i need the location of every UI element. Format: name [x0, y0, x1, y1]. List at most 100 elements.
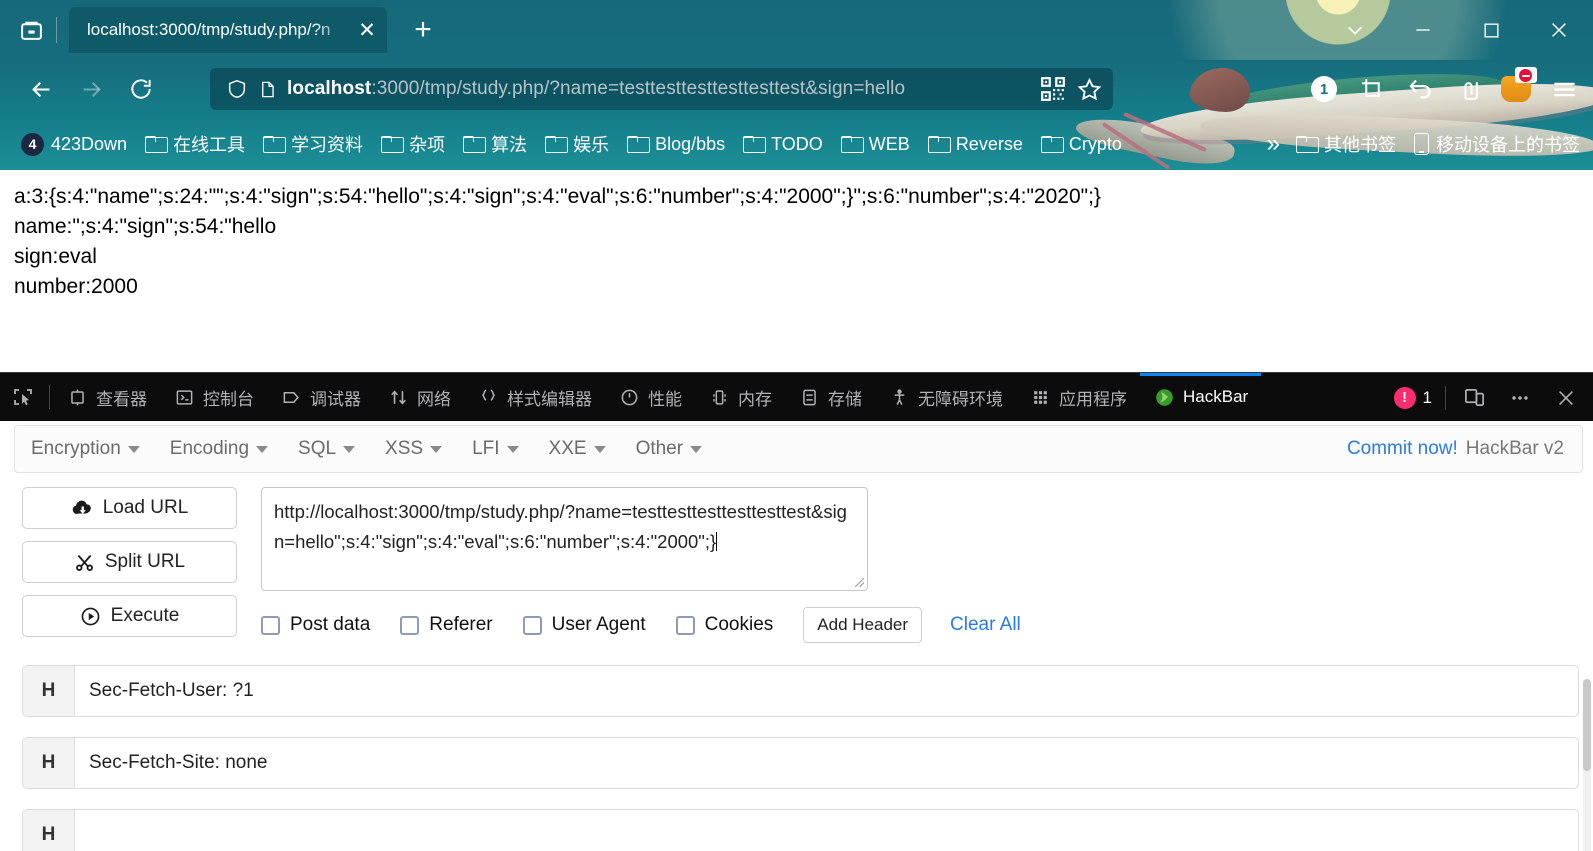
chevron-down-icon [343, 446, 355, 453]
devtools-tab-debugger[interactable]: 调试器 [267, 373, 374, 422]
firefox-view-icon[interactable] [10, 9, 52, 51]
cookies-checkbox[interactable]: Cookies [676, 614, 774, 636]
toolbar-right-icons: 1 [1301, 60, 1587, 118]
header-row[interactable]: H Sec-Fetch-User: ?1 [22, 665, 1579, 717]
hamburger-menu-icon[interactable] [1541, 66, 1587, 112]
devtools-tab-network[interactable]: 网络 [374, 373, 464, 422]
hackbar-scrollbar[interactable] [1583, 679, 1591, 851]
bookmark-item-other-bookmarks[interactable]: 其他书签 [1287, 127, 1405, 161]
commit-now-link[interactable]: Commit now! [1347, 438, 1458, 460]
list-all-tabs-icon[interactable] [1321, 0, 1389, 60]
ublock-origin-icon[interactable] [1493, 66, 1539, 112]
forward-button-icon [68, 66, 114, 112]
page-text-line: sign:eval [14, 242, 1593, 272]
split-url-button[interactable]: Split URL [22, 541, 237, 583]
folder-icon [545, 136, 566, 153]
bookmark-item-423down[interactable]: 4 423Down [12, 129, 136, 160]
devtools-tab-hackbar[interactable]: HackBar [1140, 373, 1261, 422]
star-icon[interactable] [1076, 76, 1103, 103]
url-input-textarea[interactable]: http://localhost:3000/tmp/study.php/?nam… [261, 487, 868, 591]
header-value[interactable]: Sec-Fetch-User: ?1 [75, 666, 1578, 716]
debugger-icon [280, 386, 302, 408]
hackbar-menu-encoding[interactable]: Encoding [170, 438, 284, 460]
undo-arrow-icon[interactable] [1397, 66, 1443, 112]
reload-button-icon[interactable] [118, 66, 164, 112]
user-agent-checkbox[interactable]: User Agent [523, 614, 646, 636]
close-devtools-icon[interactable] [1545, 377, 1587, 419]
pocket-icon[interactable] [1445, 66, 1491, 112]
error-count-badge[interactable]: ! 1 [1388, 387, 1438, 409]
devtools-tab-label: 样式编辑器 [507, 385, 592, 410]
devtools-tab-performance[interactable]: 性能 [605, 373, 695, 422]
hackbar-menu-xss[interactable]: XSS [385, 438, 458, 460]
header-value[interactable] [75, 810, 1578, 851]
hackbar-menu-other[interactable]: Other [636, 438, 719, 460]
hackbar-menu-lfi[interactable]: LFI [472, 438, 534, 460]
header-type-badge[interactable]: H [23, 810, 75, 851]
header-row[interactable]: H Sec-Fetch-Site: none [22, 737, 1579, 789]
header-type-badge[interactable]: H [23, 666, 75, 716]
bookmark-item-crypto[interactable]: Crypto [1032, 130, 1131, 159]
checkbox-box[interactable] [400, 616, 419, 635]
devtools-tab-memory[interactable]: 内存 [695, 373, 785, 422]
checkbox-box[interactable] [261, 616, 280, 635]
clear-all-link[interactable]: Clear All [950, 614, 1021, 636]
responsive-design-mode-icon[interactable] [1453, 377, 1495, 419]
close-window-icon[interactable] [1525, 0, 1593, 60]
bookmark-item-misc[interactable]: 杂项 [372, 127, 454, 161]
bookmark-item-blog-bbs[interactable]: Blog/bbs [618, 130, 734, 159]
bookmark-item-study-material[interactable]: 学习资料 [254, 127, 372, 161]
referer-checkbox[interactable]: Referer [400, 614, 492, 636]
maximize-window-icon[interactable] [1457, 0, 1525, 60]
url-address-bar[interactable]: localhost:3000/tmp/study.php/?name=testt… [210, 68, 1113, 110]
bookmark-item-mobile-bookmarks[interactable]: 移动设备上的书签 [1405, 127, 1589, 161]
scrollbar-thumb[interactable] [1583, 679, 1591, 771]
header-row[interactable]: H [22, 809, 1579, 851]
back-button-icon[interactable] [18, 66, 64, 112]
devtools-tab-style-editor[interactable]: 样式编辑器 [464, 373, 605, 422]
menu-label: XSS [385, 438, 423, 460]
page-content-area: a:3:{s:4:"name";s:24:"";s:4:"sign";s:54:… [0, 170, 1593, 372]
chevron-down-icon [507, 446, 519, 453]
header-type-badge[interactable]: H [23, 738, 75, 788]
load-url-button[interactable]: Load URL [22, 487, 237, 529]
container-count-badge[interactable]: 1 [1301, 66, 1347, 112]
devtools-tab-console[interactable]: 控制台 [160, 373, 267, 422]
hackbar-menu-sql[interactable]: SQL [298, 438, 371, 460]
checkbox-box[interactable] [676, 616, 695, 635]
devtools-tab-inspector[interactable]: 查看器 [53, 373, 160, 422]
new-tab-button[interactable]: + [405, 15, 441, 45]
qr-code-icon[interactable] [1040, 76, 1066, 102]
hackbar-menu-encryption[interactable]: Encryption [31, 438, 156, 460]
add-header-button[interactable]: Add Header [803, 607, 922, 643]
bookmark-item-todo[interactable]: TODO [734, 130, 832, 159]
tab-close-icon[interactable]: ✕ [355, 20, 379, 41]
devtools-tab-bar: 查看器 控制台 调试器 网络 [0, 372, 1593, 421]
execute-button[interactable]: Execute [22, 595, 237, 637]
browser-tab[interactable]: localhost:3000/tmp/study.php/?n ✕ [69, 7, 387, 53]
checkbox-box[interactable] [523, 616, 542, 635]
shield-icon[interactable] [226, 77, 248, 101]
post-data-checkbox[interactable]: Post data [261, 614, 370, 636]
more-options-icon[interactable] [1499, 377, 1541, 419]
folder-icon [145, 136, 166, 153]
crop-icon[interactable] [1349, 66, 1395, 112]
bookmark-item-online-tools[interactable]: 在线工具 [136, 127, 254, 161]
devtools-tab-application[interactable]: 应用程序 [1016, 373, 1140, 422]
url-text[interactable]: localhost:3000/tmp/study.php/?name=testt… [287, 78, 1030, 100]
header-value[interactable]: Sec-Fetch-Site: none [75, 738, 1578, 788]
resize-handle-icon[interactable] [852, 575, 865, 588]
bookmark-item-reverse[interactable]: Reverse [919, 130, 1032, 159]
bookmark-item-algorithms[interactable]: 算法 [454, 127, 536, 161]
button-label: Split URL [105, 551, 185, 573]
bookmark-item-web[interactable]: WEB [832, 130, 919, 159]
devtools-tab-accessibility[interactable]: 无障碍环境 [875, 373, 1016, 422]
element-picker-icon[interactable] [0, 373, 46, 422]
devtools-tab-storage[interactable]: 存储 [785, 373, 875, 422]
bookmarks-overflow-icon[interactable]: » [1257, 130, 1287, 158]
chevron-down-icon [690, 446, 702, 453]
hackbar-menu-xxe[interactable]: XXE [549, 438, 622, 460]
bookmark-item-entertainment[interactable]: 娱乐 [536, 127, 618, 161]
page-icon[interactable] [258, 78, 277, 101]
minimize-window-icon[interactable] [1389, 0, 1457, 60]
